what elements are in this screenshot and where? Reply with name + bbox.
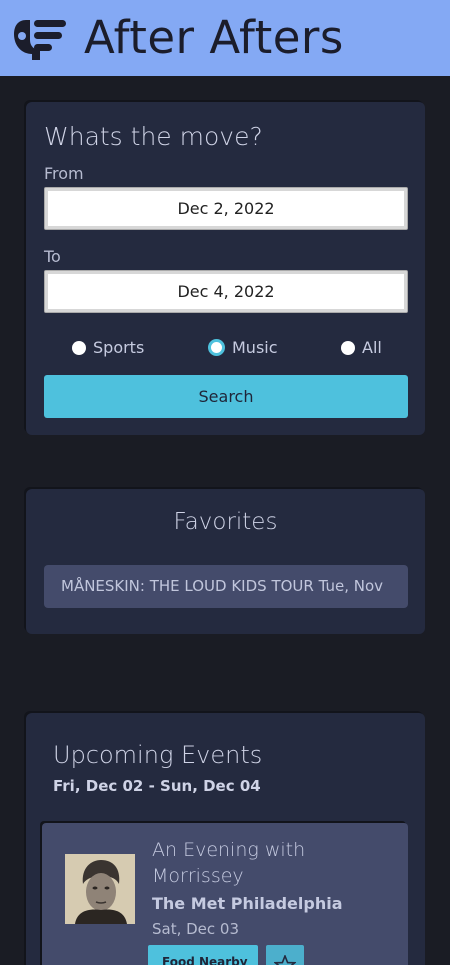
event-name[interactable]: An Evening with Morrissey [152, 837, 332, 889]
events-title: Upcoming Events [53, 741, 263, 769]
radio-all-label: All [362, 338, 382, 357]
radio-sports-label: Sports [93, 338, 145, 357]
event-image [65, 854, 135, 924]
events-card: Upcoming Events Fri, Dec 02 - Sun, Dec 0… [26, 713, 425, 965]
radio-sports[interactable]: Sports [72, 338, 144, 357]
from-date-input[interactable]: Dec 2, 2022 [44, 187, 408, 230]
search-card: Whats the move? From Dec 2, 2022 To Dec … [26, 102, 425, 435]
food-nearby-button[interactable]: Food Nearby [148, 945, 258, 965]
from-label: From [44, 164, 84, 183]
event-venue: The Met Philadelphia [152, 894, 343, 913]
app-header: After Afters [0, 0, 450, 76]
artist-photo-icon [65, 854, 135, 924]
favorite-item[interactable]: MÅNESKIN: THE LOUD KIDS TOUR Tue, Nov [44, 565, 408, 608]
radio-all-button[interactable] [341, 340, 355, 355]
favorites-title: Favorites [173, 509, 278, 535]
star-icon [274, 955, 296, 965]
to-label: To [44, 247, 61, 266]
app-title: After Afters [84, 11, 344, 64]
logo-icon [14, 20, 66, 60]
search-title: Whats the move? [44, 122, 263, 151]
favorites-card: Favorites MÅNESKIN: THE LOUD KIDS TOUR T… [26, 489, 425, 634]
radio-music-label: Music [232, 338, 278, 357]
event-date: Sat, Dec 03 [152, 920, 240, 938]
radio-music[interactable]: Music [208, 338, 278, 357]
favorite-star-button[interactable] [266, 945, 304, 965]
events-date-range: Fri, Dec 02 - Sun, Dec 04 [53, 777, 261, 795]
to-date-input[interactable]: Dec 4, 2022 [44, 270, 408, 313]
radio-all[interactable]: All [341, 338, 382, 357]
radio-sports-button[interactable] [72, 340, 86, 355]
radio-music-button[interactable] [208, 339, 225, 356]
event-card[interactable]: An Evening with Morrissey The Met Philad… [42, 823, 408, 965]
search-button[interactable]: Search [44, 375, 408, 418]
